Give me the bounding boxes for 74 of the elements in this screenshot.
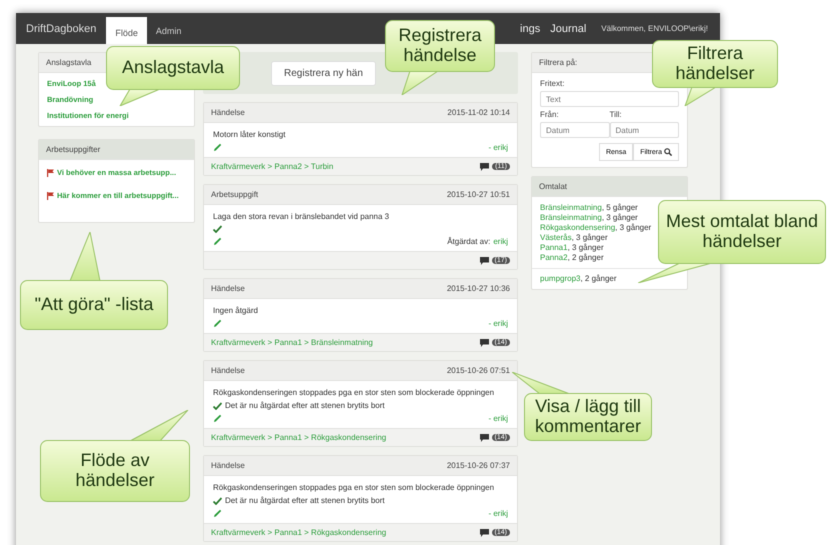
topic-link[interactable]: pumpgrop3	[540, 274, 580, 283]
panel-title: Omtalat	[532, 177, 687, 197]
topic-link[interactable]: Västerås	[540, 233, 572, 242]
topic-link[interactable]: Panna1	[540, 243, 568, 252]
pencil-icon[interactable]	[213, 414, 222, 423]
pencil-icon[interactable]	[213, 319, 222, 328]
nav-tab[interactable]: Flöde	[106, 17, 147, 44]
event-type: Händelse	[211, 284, 245, 293]
location-path-link[interactable]: Kraftvärmeverk > Panna1 > Bränsleinmatning	[211, 338, 373, 347]
comment-icon[interactable]	[480, 162, 490, 170]
callout: Registrera händelse	[385, 20, 495, 95]
author-link[interactable]: - erikj	[488, 509, 508, 518]
mention-count: , 3 gånger	[568, 243, 604, 252]
topic-link[interactable]: Bränsleinmatning	[540, 213, 602, 222]
mention-count: , 5 gånger	[602, 203, 638, 212]
topic-link[interactable]: Bränsleinmatning	[540, 203, 602, 212]
nav-tab[interactable]: Admin	[146, 13, 190, 44]
panel-title: Arbetsuppgifter	[39, 140, 194, 160]
author-link[interactable]: erikj	[493, 237, 508, 246]
location-path-link[interactable]: Kraftvärmeverk > Panna1 > Rökgaskondensering	[211, 433, 386, 442]
mention-count: , 3 gånger	[602, 213, 638, 222]
pencil-icon[interactable]	[213, 237, 222, 246]
event-time: 2015-10-27 10:51	[446, 190, 510, 199]
event-time: 2015-10-27 10:36	[446, 284, 510, 293]
mention-count: , 2 gånger	[580, 274, 617, 283]
event-type: Händelse	[211, 366, 245, 375]
event-text: Laga den stora revan i bränslebandet vid panna 3	[213, 212, 390, 221]
author-link[interactable]: - erikj	[488, 414, 508, 423]
callout: Anslagstavla	[106, 46, 240, 106]
pencil-icon[interactable]	[213, 509, 222, 518]
event-type: Händelse	[211, 461, 245, 470]
callout: Filtrera händelser	[652, 40, 778, 106]
field-label: Från:	[540, 110, 560, 119]
event-time: 2015-10-26 07:51	[446, 366, 510, 375]
mention-count: , 3 gånger	[572, 233, 608, 242]
field-label: Fritext:	[540, 79, 566, 88]
search-icon	[664, 148, 672, 156]
free-text-field[interactable]: Text	[540, 91, 679, 107]
resolution-text: Det är nu åtgärdat efter att stenen brytits bort	[225, 496, 385, 505]
event-time: 2015-10-26 07:37	[446, 461, 510, 470]
topic-link[interactable]: Rökgaskondensering	[540, 223, 616, 232]
comment-icon[interactable]	[480, 338, 489, 346]
flag-icon	[47, 168, 54, 176]
author-link[interactable]: - erikj	[488, 319, 508, 328]
location-path-link[interactable]: Kraftvärmeverk > Panna2 > Turbin	[211, 162, 334, 171]
resolution-text: Det är nu åtgärdat efter att stenen brytits bort	[225, 401, 385, 410]
event-text: Motorn låter konstigt	[213, 130, 286, 139]
comment-icon[interactable]	[480, 434, 489, 442]
nav-link[interactable]: ings	[515, 13, 546, 44]
date-field[interactable]: Datum	[610, 122, 679, 138]
mention-count: , 2 gånger	[568, 253, 604, 262]
event-text: Rökgaskondenseringen stoppades pga en stor sten som blockerade öppningen	[213, 483, 496, 492]
nav-link[interactable]: Journal	[545, 13, 592, 44]
callout: Visa / lägg till kommentarer	[512, 372, 652, 441]
author-link[interactable]: - erikj	[488, 143, 508, 152]
flag-icon	[47, 192, 54, 200]
event-text: Rökgaskondenseringen stoppades pga en stor sten som blockerade öppningen	[213, 388, 496, 397]
location-path-link[interactable]: Kraftvärmeverk > Panna1 > Rökgaskondensering	[211, 528, 386, 537]
event-type: Händelse	[211, 108, 245, 117]
pencil-icon[interactable]	[213, 143, 222, 152]
brand-title[interactable]: DriftDagboken	[16, 13, 106, 44]
comment-icon[interactable]	[480, 256, 489, 264]
topic-link[interactable]: Panna2	[540, 253, 568, 262]
register-button[interactable]: Registrera ny hän	[271, 60, 376, 86]
callout: "Att göra" -lista	[20, 232, 168, 330]
field-label: Till:	[610, 110, 623, 119]
event-text: Ingen åtgärd	[213, 306, 259, 315]
event-time: 2015-11-02 10:14	[447, 108, 510, 117]
resolved-by-label: Åtgärdat av:	[447, 237, 490, 246]
event-type: Arbetsuppgift	[211, 190, 258, 199]
callout: Flöde av händelser	[40, 410, 190, 502]
mention-count: , 3 gånger	[615, 223, 652, 232]
date-field[interactable]: Datum	[540, 122, 610, 138]
comment-icon[interactable]	[480, 528, 489, 536]
